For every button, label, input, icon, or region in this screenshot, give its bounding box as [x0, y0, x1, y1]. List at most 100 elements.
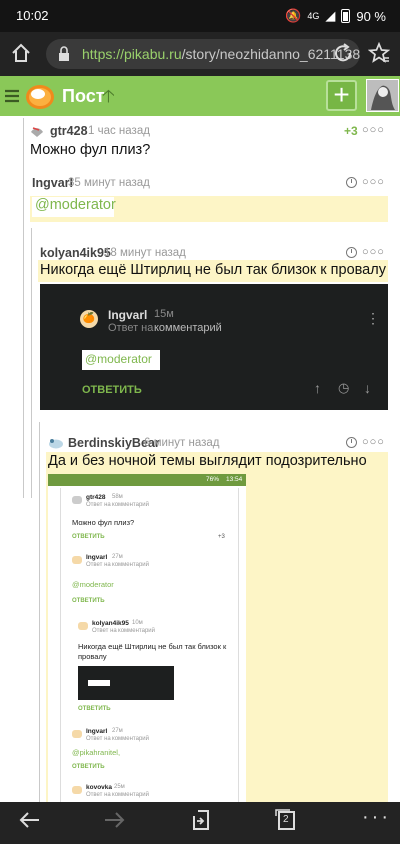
- comment-kolyan4ik95: kolyan4ik95 18 минут назад ○○○: [40, 246, 390, 261]
- clock-icon[interactable]: [346, 247, 357, 258]
- avatar[interactable]: [366, 79, 399, 112]
- thread-line: [31, 228, 32, 498]
- embed-reply-prefix: Ответ на: [86, 792, 111, 798]
- user-avatar-icon: [30, 126, 44, 138]
- url-host: https://pikabu.ru: [82, 46, 182, 62]
- embedded-image-dark[interactable]: 🍊 Ingvarl 15м Ответ на комментарий ⋮ @mo…: [40, 284, 388, 410]
- embed-reply-link: комментарий: [112, 792, 149, 798]
- embed-reply-prefix: Ответ на: [92, 628, 117, 634]
- more-icon[interactable]: ○○○: [362, 124, 385, 136]
- comment-time: 1 час назад: [88, 125, 150, 137]
- embed-battery: 76%: [206, 476, 220, 483]
- embed-reply-link: комментарий: [154, 322, 222, 334]
- embed-item-time: 27м: [112, 554, 123, 560]
- browser-toolbar: https://pikabu.ru/story/neozhidanno_6211…: [0, 32, 400, 76]
- embed-status-bar: 76% 13:54: [48, 474, 246, 486]
- page-title: Пост: [62, 86, 105, 106]
- comment-user[interactable]: gtr428: [50, 124, 88, 138]
- battery-percent: 90 %: [356, 8, 386, 24]
- status-bar: 10:02 🔕 4G ◢ 90 %: [0, 0, 400, 32]
- user-avatar-icon: [48, 437, 64, 449]
- embed-item-user: Ingvarl: [86, 728, 108, 735]
- embed-reply-link: комментарий: [112, 502, 149, 508]
- back-arrow-icon[interactable]: [18, 808, 42, 838]
- forward-arrow-icon[interactable]: [102, 808, 126, 838]
- embed-reply-link: комментарий: [112, 562, 149, 568]
- embed-reply-prefix: Ответ на: [86, 502, 111, 508]
- embed-reply-prefix: Ответ на: [86, 736, 111, 742]
- comment-user[interactable]: kolyan4ik95: [40, 246, 111, 260]
- embed-reply-button: ОТВЕТИТЬ: [72, 764, 105, 770]
- lock-icon: [58, 46, 70, 67]
- url-text[interactable]: https://pikabu.ru/story/neozhidanno_6211…: [82, 46, 360, 62]
- thread-line: [39, 422, 40, 802]
- more-icon: ⋮: [366, 310, 380, 326]
- pikabu-logo[interactable]: [24, 80, 56, 117]
- battery-icon: [341, 9, 351, 23]
- thread-line: [23, 118, 24, 498]
- mention-link[interactable]: @moderator: [32, 197, 116, 217]
- embed-avatar: [72, 496, 82, 504]
- embed-item-text: Можно фул плиз?: [72, 518, 135, 527]
- up-arrow-icon[interactable]: 🡡: [102, 84, 115, 114]
- comment-ingvarl: Ingvarl 35 минут назад ○○○: [30, 176, 390, 191]
- embed-item-time: 27м: [112, 728, 123, 734]
- more-icon[interactable]: ○○○: [362, 436, 385, 448]
- tabs-count: 2: [283, 814, 289, 825]
- embed-item: Ingvarl 27м Ответ на комментарий @modera…: [72, 554, 232, 604]
- embed-item-time: 25м: [114, 784, 125, 790]
- comment-text: Никогда ещё Штирлиц не был так близок к …: [40, 262, 386, 278]
- signal-icon: ◢: [325, 8, 336, 23]
- embed-status-time: 13:54: [226, 476, 243, 483]
- embed-rating: +3: [218, 534, 225, 540]
- comment-text: Можно фул плиз?: [30, 142, 151, 158]
- embed-nested-mention: [88, 680, 110, 686]
- embed-item: Ingvarl 27м Ответ на комментарий @pikahr…: [72, 728, 232, 774]
- comment-time: 35 минут назад: [68, 177, 150, 189]
- more-icon[interactable]: ○○○: [362, 176, 385, 188]
- status-time: 10:02: [16, 8, 49, 23]
- embed-reply-prefix: Ответ на: [108, 322, 154, 334]
- embed-item-time: 58м: [112, 494, 123, 500]
- comment-user[interactable]: Ingvarl: [32, 176, 73, 190]
- embed-item-user: Ingvarl: [86, 554, 108, 561]
- embed-item: kovovka 25м Ответ на комментарий: [72, 784, 232, 802]
- more-icon[interactable]: ○○○: [362, 246, 385, 258]
- tabs-icon[interactable]: 2: [274, 808, 298, 832]
- mute-icon: 🔕: [285, 8, 302, 23]
- embedded-image-light[interactable]: 76% 13:54 gtr428 58м Ответ на комментари…: [48, 474, 246, 802]
- share-icon[interactable]: [190, 808, 212, 838]
- embed-reply-button: ОТВЕТИТЬ: [72, 534, 105, 540]
- embed-avatar: [78, 622, 88, 630]
- embed-frame-line: [60, 488, 61, 802]
- add-post-button[interactable]: +: [326, 80, 357, 111]
- clock-icon[interactable]: [346, 177, 357, 188]
- embed-mention: @moderator: [82, 350, 160, 370]
- home-icon[interactable]: [10, 42, 32, 69]
- embed-time: 15м: [154, 308, 174, 320]
- comment-text: Да и без ночной темы выглядит подозрител…: [48, 453, 367, 469]
- comment-time: 6 минут назад: [144, 437, 220, 449]
- embed-item-text: Никогда ещё Штирлиц не был так близок к …: [78, 642, 227, 661]
- clock-icon: ◷: [338, 380, 350, 395]
- network-icon: 4G: [307, 11, 320, 21]
- embed-reply-button: ОТВЕТИТЬ: [82, 384, 142, 396]
- embed-frame-line: [238, 488, 239, 802]
- status-icons: 🔕 4G ◢ 90 %: [285, 8, 386, 24]
- embed-item-user: gtr428: [86, 494, 106, 501]
- more-menu-icon[interactable]: ···: [362, 806, 391, 829]
- menu-icon[interactable]: [4, 88, 20, 109]
- embed-reply-link: комментарий: [118, 628, 155, 634]
- embed-item: kolyan4ik95 10м Ответ на комментарий Ник…: [78, 620, 238, 716]
- embed-reply-prefix: Ответ на: [86, 562, 111, 568]
- bookmark-star-icon[interactable]: [367, 41, 391, 69]
- clock-icon[interactable]: [346, 437, 357, 448]
- embed-item-user: kovovka: [86, 784, 113, 791]
- site-header: Пост 🡡 +: [0, 76, 400, 116]
- embed-item-text: @moderator: [72, 580, 114, 589]
- reload-icon[interactable]: [332, 42, 354, 69]
- embed-item-text: @pikahranitel,: [72, 748, 121, 757]
- embed-avatar: [72, 556, 82, 564]
- embed-reply-link: комментарий: [112, 736, 149, 742]
- arrow-down-icon: ↓: [364, 380, 371, 396]
